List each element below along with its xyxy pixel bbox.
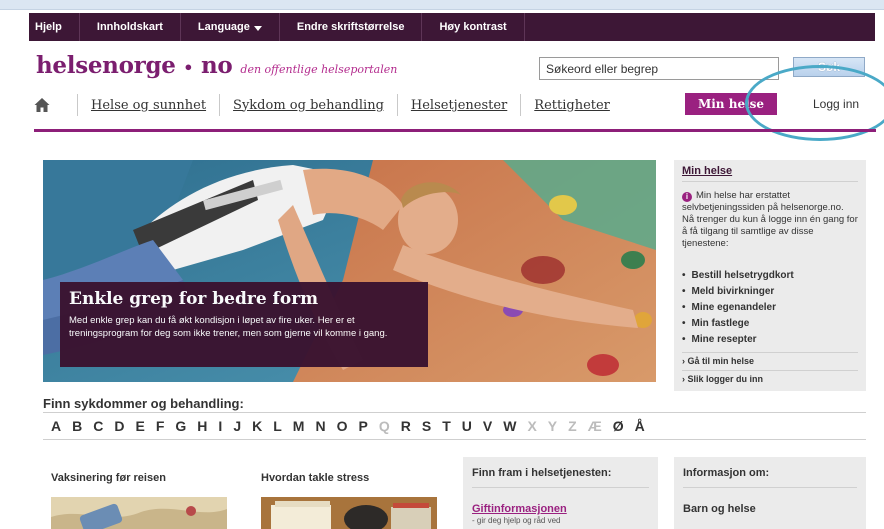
nav-divider — [77, 94, 78, 116]
letter-link[interactable]: Å — [635, 418, 645, 434]
nav-divider — [219, 94, 221, 116]
letter-link[interactable]: I — [218, 418, 222, 434]
search-button[interactable]: Søk — [793, 57, 865, 77]
nav-divider — [520, 94, 522, 116]
letter-link: Y — [547, 418, 558, 434]
panel-info: i Min helse har erstattet selvbetjeningss… — [682, 190, 858, 249]
logo-wordmark: helsenorge • no — [36, 52, 233, 79]
letter-link[interactable]: C — [93, 418, 103, 434]
letter-link[interactable]: O — [337, 418, 348, 434]
home-icon[interactable] — [34, 97, 50, 113]
letter-link[interactable]: H — [197, 418, 207, 434]
service-item: Bestill helsetrygdkort — [682, 268, 858, 284]
letter-link[interactable]: F — [156, 418, 165, 434]
letter-link[interactable]: M — [293, 418, 305, 434]
help-link[interactable]: Hjelp — [29, 13, 80, 41]
letter-link[interactable]: B — [72, 418, 82, 434]
header-divider — [34, 129, 876, 132]
card-title-vaksinering[interactable]: Vaksinering før reisen — [51, 472, 166, 484]
finn-fram-title: Finn fram i helsetjenesten: — [472, 467, 649, 488]
barn-og-helse-link[interactable]: Barn og helse — [683, 503, 857, 515]
hero-title: Enkle grep for bedre form — [69, 289, 319, 309]
stress-image[interactable] — [261, 497, 437, 529]
letter-link[interactable]: E — [136, 418, 145, 434]
map-illustration — [51, 497, 227, 529]
min-helse-panel: Min helse i Min helse har erstattet selvb… — [674, 160, 866, 391]
go-to-min-helse-link[interactable]: › Gå til min helse — [682, 352, 858, 366]
card-title-stress[interactable]: Hvordan takle stress — [261, 472, 369, 484]
language-dropdown[interactable]: Language — [181, 13, 280, 41]
stress-illustration — [261, 497, 437, 529]
service-item: Meld bivirkninger — [682, 284, 858, 300]
how-to-login-link[interactable]: › Slik logger du inn — [682, 370, 858, 384]
hero-caption[interactable]: Enkle grep for bedre form Med enkle grep… — [60, 282, 428, 367]
service-item: Mine resepter — [682, 332, 858, 348]
alphabet-title: Finn sykdommer og behandling: — [43, 396, 244, 411]
high-contrast-link[interactable]: Høy kontrast — [422, 13, 525, 41]
nav-sykdom-og-behandling[interactable]: Sykdom og behandling — [233, 98, 384, 113]
letter-link[interactable]: N — [315, 418, 325, 434]
informasjon-box: Informasjon om: Barn og helse — [674, 457, 866, 529]
alphabet-index: ABCDEFGHIJKLMNOPQRSTUVWXYZÆØÅ — [43, 412, 866, 440]
letter-link[interactable]: Ø — [613, 418, 624, 434]
letter-link[interactable]: G — [175, 418, 186, 434]
giftinformasjonen-desc: - gir deg hjelp og råd ved — [472, 516, 561, 525]
service-item: Min fastlege — [682, 316, 858, 332]
browser-chrome-strip — [0, 0, 884, 10]
finn-fram-box: Finn fram i helsetjenesten: Giftinformas… — [463, 457, 658, 529]
nav-rettigheter[interactable]: Rettigheter — [534, 98, 610, 113]
letter-link: Æ — [587, 418, 602, 434]
utility-bar: Hjelp Innholdskart Language Endre skrift… — [29, 13, 875, 41]
letter-link[interactable]: K — [252, 418, 262, 434]
letter-link[interactable]: L — [273, 418, 282, 434]
map-image[interactable] — [51, 497, 227, 529]
letter-link: Z — [568, 418, 577, 434]
letter-link[interactable]: W — [503, 418, 516, 434]
min-helse-button[interactable]: Min helse — [685, 93, 777, 115]
site-logo[interactable]: helsenorge • no den offentlige helseport… — [36, 52, 397, 79]
letter-link[interactable]: T — [442, 418, 451, 434]
giftinformasjonen-link[interactable]: Giftinformasjonen — [472, 503, 649, 515]
nav-helse-og-sunnhet[interactable]: Helse og sunnhet — [91, 98, 206, 113]
info-icon: i — [682, 192, 692, 202]
letter-link[interactable]: D — [114, 418, 124, 434]
hero-text: Med enkle grep kan du få økt kondisjon i… — [69, 315, 388, 339]
panel-title[interactable]: Min helse — [682, 165, 858, 182]
letter-link[interactable]: R — [401, 418, 411, 434]
letter-link[interactable]: P — [358, 418, 367, 434]
informasjon-title: Informasjon om: — [683, 467, 857, 488]
letter-link: X — [527, 418, 537, 434]
search-input[interactable]: Søkeord eller begrep — [539, 57, 779, 80]
nav-divider — [396, 94, 398, 116]
services-list: Bestill helsetrygdkort Meld bivirkninger… — [682, 268, 858, 348]
letter-link[interactable]: J — [233, 418, 241, 434]
letter-link: Q — [378, 418, 390, 434]
caret-down-icon — [253, 25, 262, 31]
service-item: Mine egenandeler — [682, 300, 858, 316]
sitemap-link[interactable]: Innholdskart — [80, 13, 181, 41]
nav-helsetjenester[interactable]: Helsetjenester — [411, 98, 507, 113]
logo-tagline: den offentlige helseportalen — [240, 63, 398, 76]
language-label: Language — [197, 21, 250, 33]
letter-link[interactable]: S — [422, 418, 431, 434]
login-link[interactable]: Logg inn — [813, 97, 859, 111]
letter-link[interactable]: V — [483, 418, 492, 434]
letter-link[interactable]: A — [51, 418, 61, 434]
letter-link[interactable]: U — [462, 418, 472, 434]
font-size-link[interactable]: Endre skriftstørrelse — [280, 13, 423, 41]
